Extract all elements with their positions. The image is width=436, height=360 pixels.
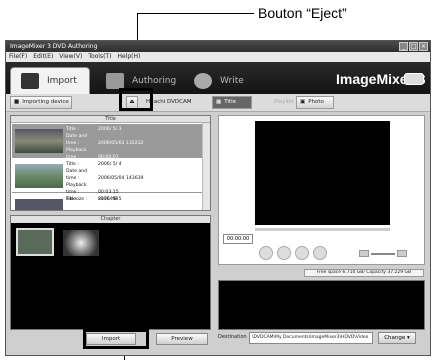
destination-path-field[interactable]: \DVDCAM\My Documents\ImageMixer3\HDVD\Vi… [249, 332, 373, 344]
item-title: 2006/ 5/ 3 [98, 127, 122, 132]
menu-bar: File(F) Edit(E) View(V) Tools(T) Help(H) [6, 52, 430, 62]
change-label: Change [384, 335, 406, 341]
eject-highlight-box [119, 88, 153, 111]
photo-view-button[interactable]: ▣ Photo [296, 96, 334, 109]
change-button[interactable]: Change ▾ [378, 332, 416, 344]
preview-panel: 00:00:00 [218, 115, 425, 265]
item-date: 2006/05/04 143639 [98, 176, 144, 181]
callout-line [137, 13, 254, 14]
title-view-label: Title [224, 99, 236, 105]
grid-icon: ▦ [216, 99, 222, 105]
label-date: Date and time : [66, 169, 88, 181]
importing-device-button[interactable]: ■ Importing device [10, 96, 72, 109]
free-space-indicator: Free space 6.710 GB/ Capacity 37.229 GB [304, 269, 424, 277]
eject-callout-label: Bouton “Eject” [258, 5, 347, 21]
tab-write[interactable]: Write [184, 67, 264, 94]
chapter-panel: Chapter [10, 215, 211, 330]
tab-import[interactable]: Import [10, 67, 90, 94]
playlist-view-button[interactable]: Playlist [271, 96, 297, 109]
label-date: Date and time : [66, 134, 88, 146]
chapter-thumbnail[interactable] [16, 228, 54, 256]
app-window: ImageMixer 3 DVD Authoring _ □ × File(F)… [5, 40, 431, 356]
title-panel-header: Title [11, 116, 210, 123]
title-panel: Title Title : 2006/ 5/ 3 Date and time : 2… [10, 115, 211, 211]
video-screen [255, 121, 390, 225]
list-item[interactable]: Title : 2006/ 5/ 5 [12, 194, 202, 210]
thumbnail [15, 199, 63, 210]
seek-bar[interactable] [255, 228, 390, 231]
item-title: 2006/ 5/ 5 [98, 197, 122, 202]
chevron-down-icon: ▾ [407, 335, 410, 341]
camera-icon [21, 73, 39, 89]
stop-button[interactable] [277, 246, 291, 260]
play-button[interactable] [259, 246, 273, 260]
menu-tools[interactable]: Tools(T) [88, 52, 111, 62]
import-highlight-box [83, 329, 149, 349]
photo-view-label: Photo [308, 99, 324, 105]
thumbnail [15, 164, 63, 188]
item-title: 2006/ 5/ 4 [98, 162, 122, 167]
close-button[interactable]: × [419, 42, 428, 51]
menu-view[interactable]: View(V) [59, 52, 82, 62]
tab-strip: Import Authoring Write ImageMixer³3 [6, 62, 430, 94]
volume-icon[interactable] [397, 250, 407, 257]
menu-file[interactable]: File(F) [9, 52, 27, 62]
photo-icon: ▣ [300, 99, 306, 105]
mode-toggle-button[interactable] [404, 73, 424, 85]
title-view-button[interactable]: ▦ Title [212, 96, 252, 109]
tab-import-label: Import [47, 76, 77, 86]
window-title: ImageMixer 3 DVD Authoring [6, 41, 430, 52]
camcorder-icon: ■ [14, 99, 20, 105]
toolbar: ■ Importing device ⏏ Hitachi DVDCAM ▦ Ti… [6, 94, 430, 112]
destination-label: Destination [218, 334, 247, 340]
minimize-button[interactable]: _ [399, 42, 408, 51]
time-display: 00:00:00 [223, 234, 253, 244]
title-scrollbar[interactable] [202, 123, 210, 210]
tab-authoring-label: Authoring [132, 75, 177, 86]
maximize-button[interactable]: □ [409, 42, 418, 51]
film-icon [106, 72, 124, 89]
thumbnail [15, 129, 63, 153]
window-controls: _ □ × [399, 42, 428, 51]
next-button[interactable] [313, 246, 327, 260]
list-item[interactable]: Title : 2006/ 5/ 3 Date and time : 2006/05… [12, 124, 202, 167]
menu-help[interactable]: Help(H) [117, 52, 140, 62]
previous-button[interactable] [295, 246, 309, 260]
mute-icon[interactable] [359, 250, 369, 257]
preview-button[interactable]: Preview [156, 333, 208, 345]
item-meta: Title : 2006/ 5/ 5 [66, 196, 122, 203]
chapter-panel-header: Chapter [11, 216, 210, 223]
label-title: Title : [66, 162, 79, 167]
list-item[interactable]: Title : 2006/ 5/ 4 Date and time : 2006/05… [12, 159, 202, 202]
item-date: 2006/05/03 132212 [98, 141, 144, 146]
tab-write-label: Write [220, 75, 244, 86]
label-title: Title : [66, 197, 79, 202]
volume-slider[interactable] [371, 253, 395, 255]
disc-icon [194, 72, 212, 89]
chapter-thumbnail[interactable] [63, 230, 99, 256]
label-title: Title : [66, 127, 79, 132]
menu-edit[interactable]: Edit(E) [33, 52, 53, 62]
disc-contents-panel [218, 280, 425, 330]
importing-device-label: Importing device [22, 99, 69, 105]
